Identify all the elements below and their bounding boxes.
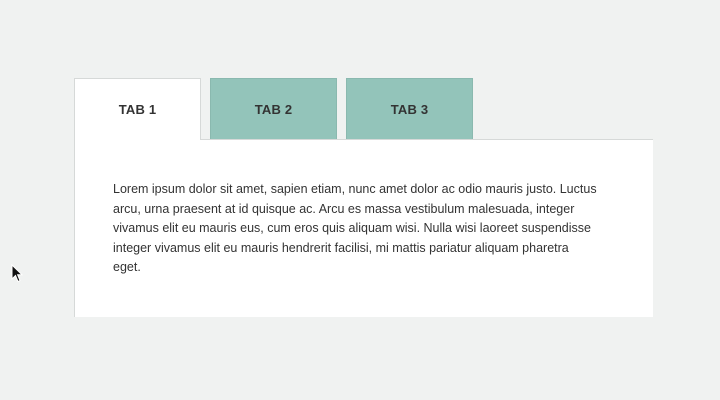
tab-3[interactable]: TAB 3: [346, 78, 473, 139]
tab-panel: Lorem ipsum dolor sit amet, sapien etiam…: [74, 139, 653, 317]
tab-1[interactable]: TAB 1: [74, 78, 201, 140]
tab-bar: TAB 1 TAB 2 TAB 3: [74, 78, 653, 140]
mouse-pointer-icon: [11, 264, 23, 283]
tab-2[interactable]: TAB 2: [210, 78, 337, 139]
panel-text: Lorem ipsum dolor sit amet, sapien etiam…: [113, 182, 597, 274]
tabs-widget: TAB 1 TAB 2 TAB 3 Lorem ipsum dolor sit …: [74, 78, 653, 317]
